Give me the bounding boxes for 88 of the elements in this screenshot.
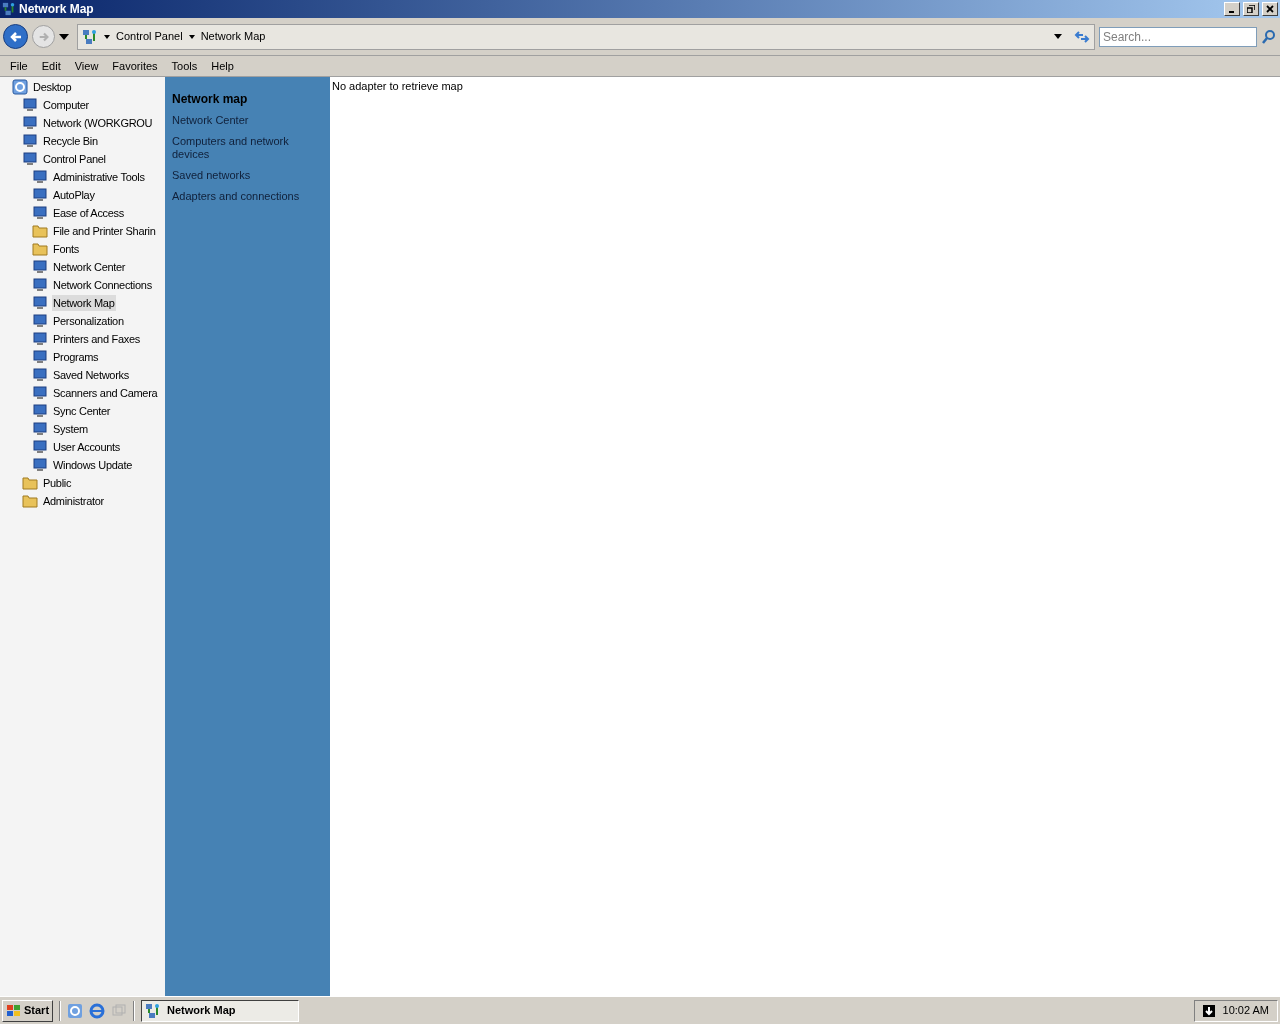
item-icon <box>32 187 48 203</box>
task-link[interactable]: Adapters and connections <box>172 190 323 203</box>
tree-item[interactable]: Sync Center <box>52 402 112 420</box>
tree-item[interactable]: System <box>52 420 89 438</box>
item-icon <box>32 169 48 185</box>
search-icon[interactable] <box>1261 28 1277 45</box>
menu-item[interactable]: Tools <box>164 57 205 75</box>
tree-item[interactable]: Ease of Access <box>52 204 125 222</box>
tree-item[interactable]: File and Printer Sharin <box>52 222 157 240</box>
item-icon <box>32 403 48 419</box>
tree-item[interactable]: Computer <box>42 96 90 114</box>
tree-item[interactable]: Network Connections <box>52 276 153 294</box>
tree-item[interactable]: Network Center <box>52 258 127 276</box>
tree-item[interactable]: Printers and Faxes <box>52 330 141 348</box>
restore-icon <box>1247 5 1255 13</box>
task-link[interactable]: Network map <box>172 93 323 106</box>
tree-item[interactable]: Desktop <box>32 78 73 96</box>
item-icon <box>22 97 38 113</box>
tree-item[interactable]: Administrator <box>42 492 105 510</box>
item-icon <box>32 439 48 455</box>
forward-arrow-icon <box>37 30 50 43</box>
tree-item[interactable]: Public <box>42 474 73 492</box>
back-arrow-icon <box>8 29 23 44</box>
address-field[interactable]: Control Panel Network Map <box>77 23 1095 50</box>
task-link[interactable]: Network Center <box>172 114 323 127</box>
window-title: Network Map <box>19 1 95 18</box>
restore-button[interactable] <box>1243 2 1259 16</box>
refresh-icon[interactable] <box>1074 28 1090 45</box>
taskbar-button[interactable]: Network Map <box>141 999 300 1022</box>
item-icon <box>22 133 38 149</box>
menu-item[interactable]: View <box>67 57 106 75</box>
tree-item[interactable]: Personalization <box>52 312 125 330</box>
windows-logo-icon <box>6 1003 22 1018</box>
tree-item[interactable]: User Accounts <box>52 438 122 456</box>
desktop-icon[interactable] <box>67 1002 84 1019</box>
folder-icon <box>32 241 48 257</box>
search-field[interactable]: Search... <box>1099 26 1257 47</box>
back-button[interactable] <box>3 24 28 49</box>
status-message: No adapter to retrieve map <box>332 80 463 92</box>
tree-item[interactable]: Saved Networks <box>52 366 130 384</box>
item-icon <box>32 313 48 329</box>
close-button[interactable] <box>1262 2 1278 16</box>
folder-icon <box>22 493 38 509</box>
download-icon[interactable] <box>1202 1004 1215 1017</box>
caret-icon[interactable] <box>188 34 195 39</box>
minimize-button[interactable] <box>1224 2 1240 16</box>
task-link[interactable]: Saved networks <box>172 169 323 182</box>
item-icon <box>32 385 48 401</box>
menu-item[interactable]: Favorites <box>105 57 165 75</box>
item-icon <box>32 421 48 437</box>
network-icon <box>145 1002 162 1019</box>
network-icon <box>2 2 16 16</box>
caret-icon[interactable] <box>1054 34 1062 39</box>
close-icon <box>1266 5 1274 13</box>
item-icon <box>32 259 48 275</box>
menu-item[interactable]: Help <box>204 57 241 75</box>
item-icon <box>32 295 48 311</box>
history-dropdown-icon[interactable] <box>59 33 69 40</box>
item-icon <box>22 151 38 167</box>
item-icon <box>32 349 48 365</box>
tree-item[interactable]: Windows Update <box>52 456 133 474</box>
menu-item[interactable]: File <box>3 57 35 75</box>
tree-item[interactable]: Control Panel <box>42 150 107 168</box>
caret-icon[interactable] <box>104 34 110 39</box>
network-icon <box>82 28 98 45</box>
folder-icon <box>22 475 38 491</box>
item-icon <box>32 277 48 293</box>
breadcrumb-item[interactable]: Control Panel <box>116 28 183 45</box>
folder-icon <box>32 223 48 239</box>
task-link[interactable]: Computers and network devices <box>172 135 323 161</box>
item-icon <box>32 367 48 383</box>
tree-item[interactable]: AutoPlay <box>52 186 96 204</box>
item-icon <box>32 205 48 221</box>
tree-item[interactable]: Network Map <box>52 294 116 312</box>
start-button[interactable]: Start <box>2 999 54 1022</box>
menu-item[interactable]: Edit <box>34 57 68 75</box>
tree-item[interactable]: Fonts <box>52 240 80 258</box>
item-icon <box>22 115 38 131</box>
tree-item[interactable]: Scanners and Camera <box>52 384 159 402</box>
browser-icon[interactable] <box>89 1002 106 1019</box>
tree-item[interactable]: Recycle Bin <box>42 132 99 150</box>
tree-item[interactable]: Network (WORKGROU <box>42 114 154 132</box>
clock: 10:02 AM <box>1222 1003 1269 1019</box>
tree-item[interactable]: Administrative Tools <box>52 168 146 186</box>
breadcrumb-item[interactable]: Network Map <box>200 28 266 45</box>
item-icon <box>32 331 48 347</box>
tree-item[interactable]: Programs <box>52 348 100 366</box>
item-icon <box>32 457 48 473</box>
